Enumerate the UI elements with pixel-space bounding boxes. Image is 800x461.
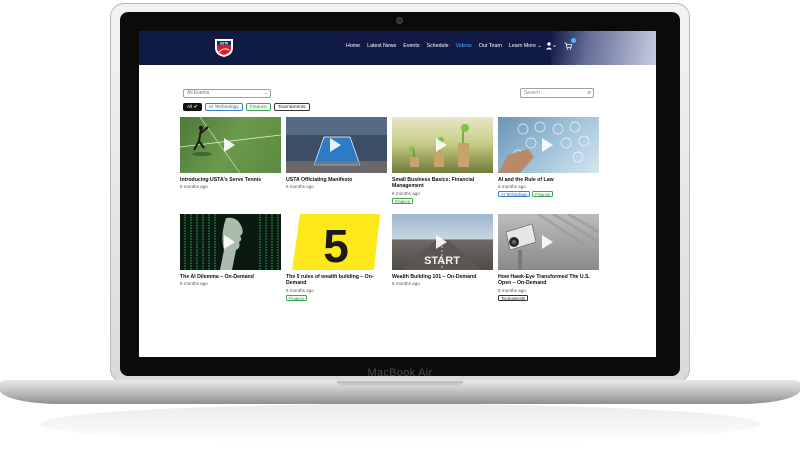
video-date: 6 months ago [392,190,420,196]
camera-icon [396,17,403,24]
nav-learn-more[interactable]: Learn More ⌄ [509,43,542,49]
filter-tournaments[interactable]: Tournaments [273,103,310,111]
search-input[interactable]: Search ... ⌕ [520,88,594,98]
video-thumbnail[interactable] [286,117,387,173]
nav-events[interactable]: Events [403,43,419,49]
filter-chips: All ✔ AI Technology Finance Tournaments [183,103,310,111]
nav-schedule[interactable]: Schedule [427,43,449,49]
tag-finance[interactable]: Finance [532,191,554,198]
search-icon[interactable]: ⌕ [588,89,591,97]
video-card[interactable]: 5 The 5 rules of wealth building – On-De… [286,214,387,301]
video-title[interactable]: USTA Officiating Manifesto [286,177,387,183]
video-card[interactable]: USTA Officiating Manifesto 5 months ago [286,117,387,189]
cart-icon[interactable] [564,42,572,50]
thumb-start-text: START [424,255,460,267]
tag-ai-technology[interactable]: AI Technology [498,191,531,198]
video-card[interactable]: AI and the Rule of Law 6 months ago AI T… [498,117,599,198]
laptop-reflection [40,404,760,444]
video-card[interactable]: START Wealth Building 101 – On-Demand 6 … [392,214,493,286]
play-icon[interactable] [330,138,341,152]
tag-finance[interactable]: Finance [392,197,413,204]
tag-finance[interactable]: Finance [286,294,307,301]
search-placeholder: Search ... [524,90,546,96]
video-date: 5 months ago [180,184,208,190]
nav-home[interactable]: Home [346,43,360,49]
video-title[interactable]: How Hawk-Eye Transformed The U.S. Open –… [498,274,599,287]
video-thumbnail[interactable] [498,214,599,270]
video-card[interactable]: The AI Dilemma – On-Demand 6 months ago [180,214,281,286]
video-title[interactable]: AI and the Rule of Law [498,177,599,183]
play-icon[interactable] [542,138,553,152]
nav-latest-news[interactable]: Latest News [367,43,396,49]
video-date: 6 months ago [392,281,420,287]
video-date: 6 months ago [286,287,314,293]
video-tags: Tournaments [498,294,599,301]
cart-badge [571,38,576,43]
play-icon[interactable] [224,235,235,249]
filter-ai-technology[interactable]: AI Technology [204,103,243,111]
video-thumbnail[interactable] [392,117,493,173]
video-title[interactable]: The AI Dilemma – On-Demand [180,274,281,280]
play-icon[interactable] [436,235,447,249]
nav-our-team[interactable]: Our Team [479,43,502,49]
video-card[interactable]: Introducing USTA's Serve Tennis 5 months… [180,117,281,189]
video-date: 5 months ago [286,184,314,190]
video-thumbnail[interactable] [180,214,281,270]
video-date: 6 months ago [180,281,208,287]
laptop-notch [337,381,463,387]
video-thumbnail[interactable] [498,117,599,173]
video-title[interactable]: Wealth Building 101 – On-Demand [392,274,493,280]
video-thumbnail[interactable] [180,117,281,173]
nav-icons [546,42,572,50]
play-icon[interactable] [224,138,235,152]
video-title[interactable]: Introducing USTA's Serve Tennis [180,177,281,183]
video-thumbnail[interactable]: START [392,214,493,270]
events-select-value: All Events [187,90,210,96]
device-brand: MacBook Air [367,367,433,379]
video-tags: Finance [286,294,387,301]
logo-text: USTA [220,41,229,45]
video-thumbnail[interactable]: 5 [286,214,387,270]
screen: USTA Home Latest News Events Schedule Vi… [139,31,656,357]
play-icon[interactable] [436,138,447,152]
events-select[interactable]: All Events ⌄ [183,89,271,98]
video-title[interactable]: Small Business Basics: Financial Managem… [392,177,493,190]
user-icon[interactable] [546,42,556,50]
thumb-five-text: 5 [323,220,349,270]
play-icon[interactable] [542,235,553,249]
video-date: 6 months ago [498,184,526,190]
chevron-down-icon: ⌄ [263,90,268,96]
video-tags: Finance [392,197,493,204]
usta-logo[interactable]: USTA [213,37,235,58]
main-menu: Home Latest News Events Schedule Videos … [346,43,542,49]
video-tags: AI Technology Finance [498,191,599,198]
nav-videos[interactable]: Videos [456,43,472,49]
video-date: 6 months ago [498,287,526,293]
video-card[interactable]: How Hawk-Eye Transformed The U.S. Open –… [498,214,599,301]
video-title[interactable]: The 5 rules of wealth building – On-Dema… [286,274,387,287]
video-card[interactable]: Small Business Basics: Financial Managem… [392,117,493,204]
filter-all[interactable]: All ✔ [183,103,202,111]
filter-finance[interactable]: Finance [245,103,271,111]
tag-tournaments[interactable]: Tournaments [498,294,529,301]
top-navbar: USTA Home Latest News Events Schedule Vi… [139,31,656,65]
